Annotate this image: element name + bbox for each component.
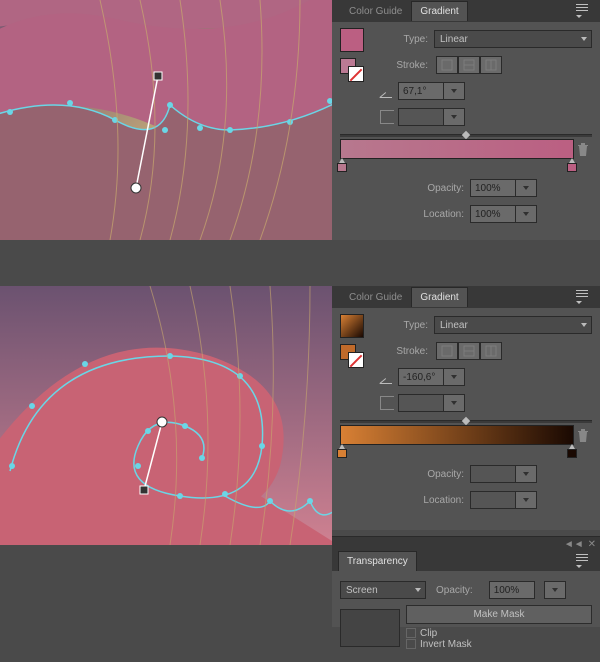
opacity-input[interactable] [470, 465, 516, 483]
stroke-along-icon[interactable] [458, 342, 480, 360]
aspect-input[interactable] [398, 394, 444, 412]
panel-menu-icon[interactable] [576, 290, 596, 304]
aspect-stepper[interactable] [443, 108, 465, 126]
location-input[interactable]: 100% [470, 205, 516, 223]
panel-menu-icon[interactable] [576, 4, 596, 18]
clip-label: Clip [420, 628, 437, 639]
canvas-preview-top [0, 0, 332, 240]
angle-icon [380, 84, 394, 98]
gradient-stop-right[interactable] [567, 158, 577, 170]
fill-swatch[interactable] [340, 314, 364, 338]
location-label: Location: [416, 495, 464, 506]
stroke-within-icon[interactable] [436, 342, 458, 360]
aspect-lock-icon[interactable] [380, 110, 394, 124]
angle-icon [380, 370, 394, 384]
fill-swatch[interactable] [340, 28, 364, 52]
trash-icon[interactable] [577, 429, 589, 443]
stroke-label: Stroke: [380, 346, 428, 357]
gradient-ramp[interactable] [340, 425, 574, 445]
opacity-stepper[interactable] [515, 179, 537, 197]
type-select[interactable]: Linear [434, 316, 592, 334]
type-select[interactable]: Linear [434, 30, 592, 48]
opacity-stepper[interactable] [515, 465, 537, 483]
trans-opacity-input[interactable]: 100% [489, 581, 535, 599]
panel-menu-icon[interactable] [576, 554, 596, 568]
gradient-ramp[interactable] [340, 139, 574, 159]
close-icon[interactable]: ✕ [588, 539, 596, 550]
tab-color-guide[interactable]: Color Guide [340, 1, 411, 22]
opacity-label: Opacity: [436, 585, 473, 596]
gradient-panel-bottom: Color Guide Gradient Type: Linear Stroke… [332, 286, 600, 530]
canvas-preview-bottom [0, 286, 332, 545]
invert-mask-checkbox[interactable] [406, 639, 416, 649]
location-label: Location: [416, 209, 464, 220]
transparency-panel: ◄◄ ✕ Transparency Screen Opacity: 100% Ma… [332, 536, 600, 627]
gradient-panel-top: Color Guide Gradient Type: Linear Stroke… [332, 0, 600, 240]
stroke-along-icon[interactable] [458, 56, 480, 74]
midpoint-slider[interactable] [340, 134, 592, 137]
location-stepper[interactable] [515, 491, 537, 509]
aspect-input[interactable] [398, 108, 444, 126]
type-label: Type: [380, 34, 428, 45]
location-input[interactable] [470, 491, 516, 509]
invert-mask-label: Invert Mask [420, 639, 472, 650]
clip-checkbox[interactable] [406, 628, 416, 638]
location-stepper[interactable] [515, 205, 537, 223]
gradient-stop-left[interactable] [337, 444, 347, 456]
angle-stepper[interactable] [443, 368, 465, 386]
midpoint-slider[interactable] [340, 420, 592, 423]
aspect-lock-icon[interactable] [380, 396, 394, 410]
stroke-across-icon[interactable] [480, 56, 502, 74]
stroke-across-icon[interactable] [480, 342, 502, 360]
tab-transparency[interactable]: Transparency [338, 551, 417, 571]
mask-thumbnail[interactable] [340, 609, 400, 647]
trash-icon[interactable] [577, 143, 589, 157]
angle-stepper[interactable] [443, 82, 465, 100]
tab-gradient-2[interactable]: Gradient [411, 287, 467, 307]
angle-input[interactable]: -160,6° [398, 368, 444, 386]
minimize-icon[interactable]: ◄◄ [564, 539, 584, 550]
none-swatch[interactable] [348, 352, 364, 368]
stroke-label: Stroke: [380, 60, 428, 71]
angle-input[interactable]: 67,1° [398, 82, 444, 100]
type-label: Type: [380, 320, 428, 331]
trans-opacity-stepper[interactable] [544, 581, 566, 599]
gradient-stop-right[interactable] [567, 444, 577, 456]
none-swatch[interactable] [348, 66, 364, 82]
opacity-label: Opacity: [416, 183, 464, 194]
opacity-input[interactable]: 100% [470, 179, 516, 197]
opacity-label: Opacity: [416, 469, 464, 480]
make-mask-button[interactable]: Make Mask [406, 605, 592, 624]
blend-mode-select[interactable]: Screen [340, 581, 426, 599]
aspect-stepper[interactable] [443, 394, 465, 412]
tab-color-guide-2[interactable]: Color Guide [340, 287, 411, 308]
tab-gradient[interactable]: Gradient [411, 1, 467, 21]
gradient-stop-left[interactable] [337, 158, 347, 170]
stroke-within-icon[interactable] [436, 56, 458, 74]
